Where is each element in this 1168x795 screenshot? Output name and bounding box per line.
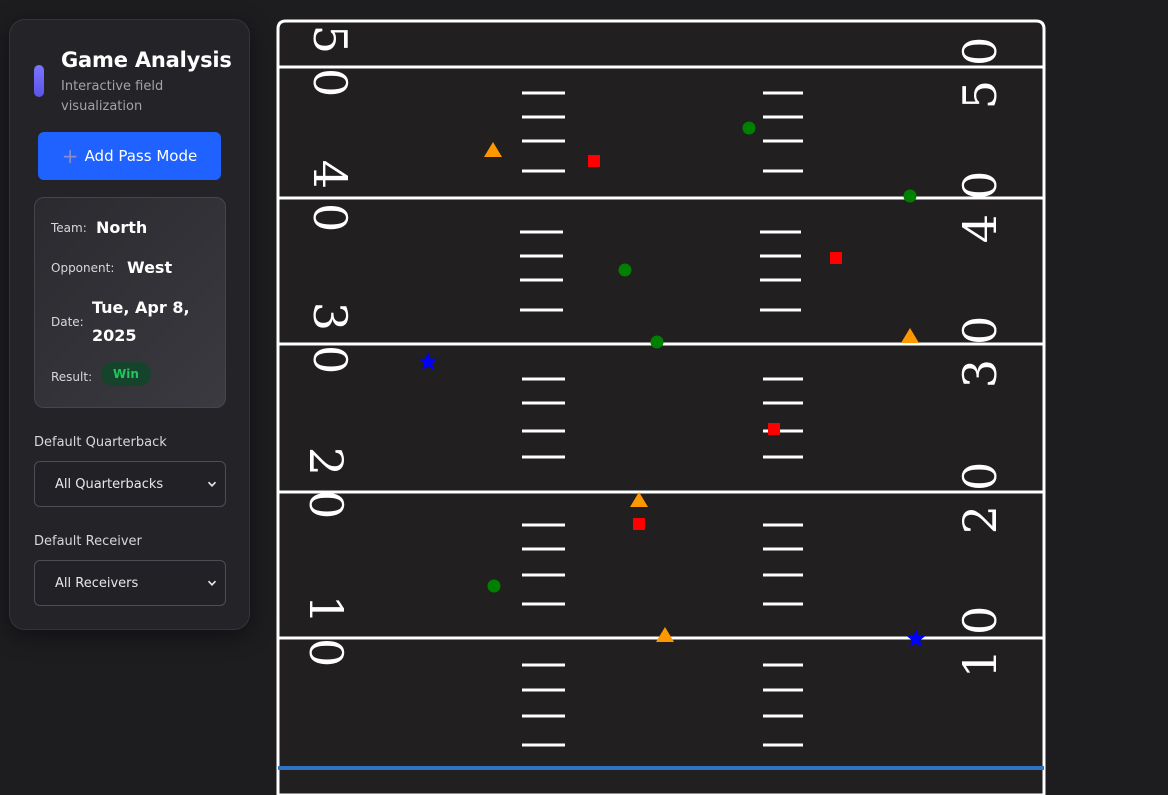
yard-number-left: 50	[303, 25, 357, 112]
app-title: Game Analysis	[61, 48, 232, 72]
square-marker[interactable]	[830, 252, 842, 264]
yard-number-right: 20	[953, 448, 1007, 535]
yard-number-left: 30	[303, 302, 357, 389]
brand-accent-bar	[34, 65, 44, 97]
date-label: Date:	[51, 315, 84, 329]
yard-number-right: 30	[953, 302, 1007, 389]
square-marker[interactable]	[633, 518, 645, 530]
sidebar-panel: Game Analysis Interactive field visualiz…	[9, 19, 250, 630]
receiver-select[interactable]: All Receivers	[34, 560, 226, 606]
yard-number-left: 10	[299, 595, 353, 682]
circle-marker[interactable]	[742, 121, 756, 135]
team-label: Team:	[51, 221, 87, 235]
plus-icon: +	[61, 144, 79, 168]
square-marker[interactable]	[588, 155, 600, 167]
yard-number-right: 10	[953, 592, 1007, 679]
quarterback-select[interactable]: All Quarterbacks	[34, 461, 226, 507]
date-value-line2: 2025	[92, 326, 137, 345]
opponent-value: West	[127, 258, 173, 277]
receiver-select-value: All Receivers	[55, 575, 139, 591]
result-badge: Win	[101, 362, 151, 386]
add-pass-mode-button[interactable]: + Add Pass Mode	[38, 132, 221, 180]
quarterback-label: Default Quarterback	[34, 435, 167, 450]
yard-number-right: 40	[953, 157, 1007, 244]
receiver-label: Default Receiver	[34, 534, 142, 549]
opponent-label: Opponent:	[51, 261, 115, 275]
circle-marker[interactable]	[618, 263, 632, 277]
game-info-card: Team: North Opponent: West Date: Tue, Ap…	[34, 197, 226, 408]
team-value: North	[96, 218, 148, 237]
yard-number-left: 20	[299, 447, 353, 534]
quarterback-select-value: All Quarterbacks	[55, 476, 164, 492]
date-value-line1: Tue, Apr 8,	[92, 298, 190, 317]
chevron-down-icon	[207, 481, 217, 487]
circle-marker[interactable]	[903, 189, 917, 203]
add-pass-mode-label: Add Pass Mode	[84, 147, 198, 165]
chevron-down-icon	[207, 580, 217, 586]
app-subtitle: Interactive field visualization	[61, 79, 164, 114]
yard-number-right: 50	[953, 23, 1007, 110]
field-boundary	[276, 19, 1046, 795]
circle-marker[interactable]	[650, 335, 664, 349]
result-label: Result:	[51, 370, 93, 384]
circle-marker[interactable]	[487, 579, 501, 593]
yard-number-left: 40	[303, 160, 357, 247]
square-marker[interactable]	[768, 423, 780, 435]
